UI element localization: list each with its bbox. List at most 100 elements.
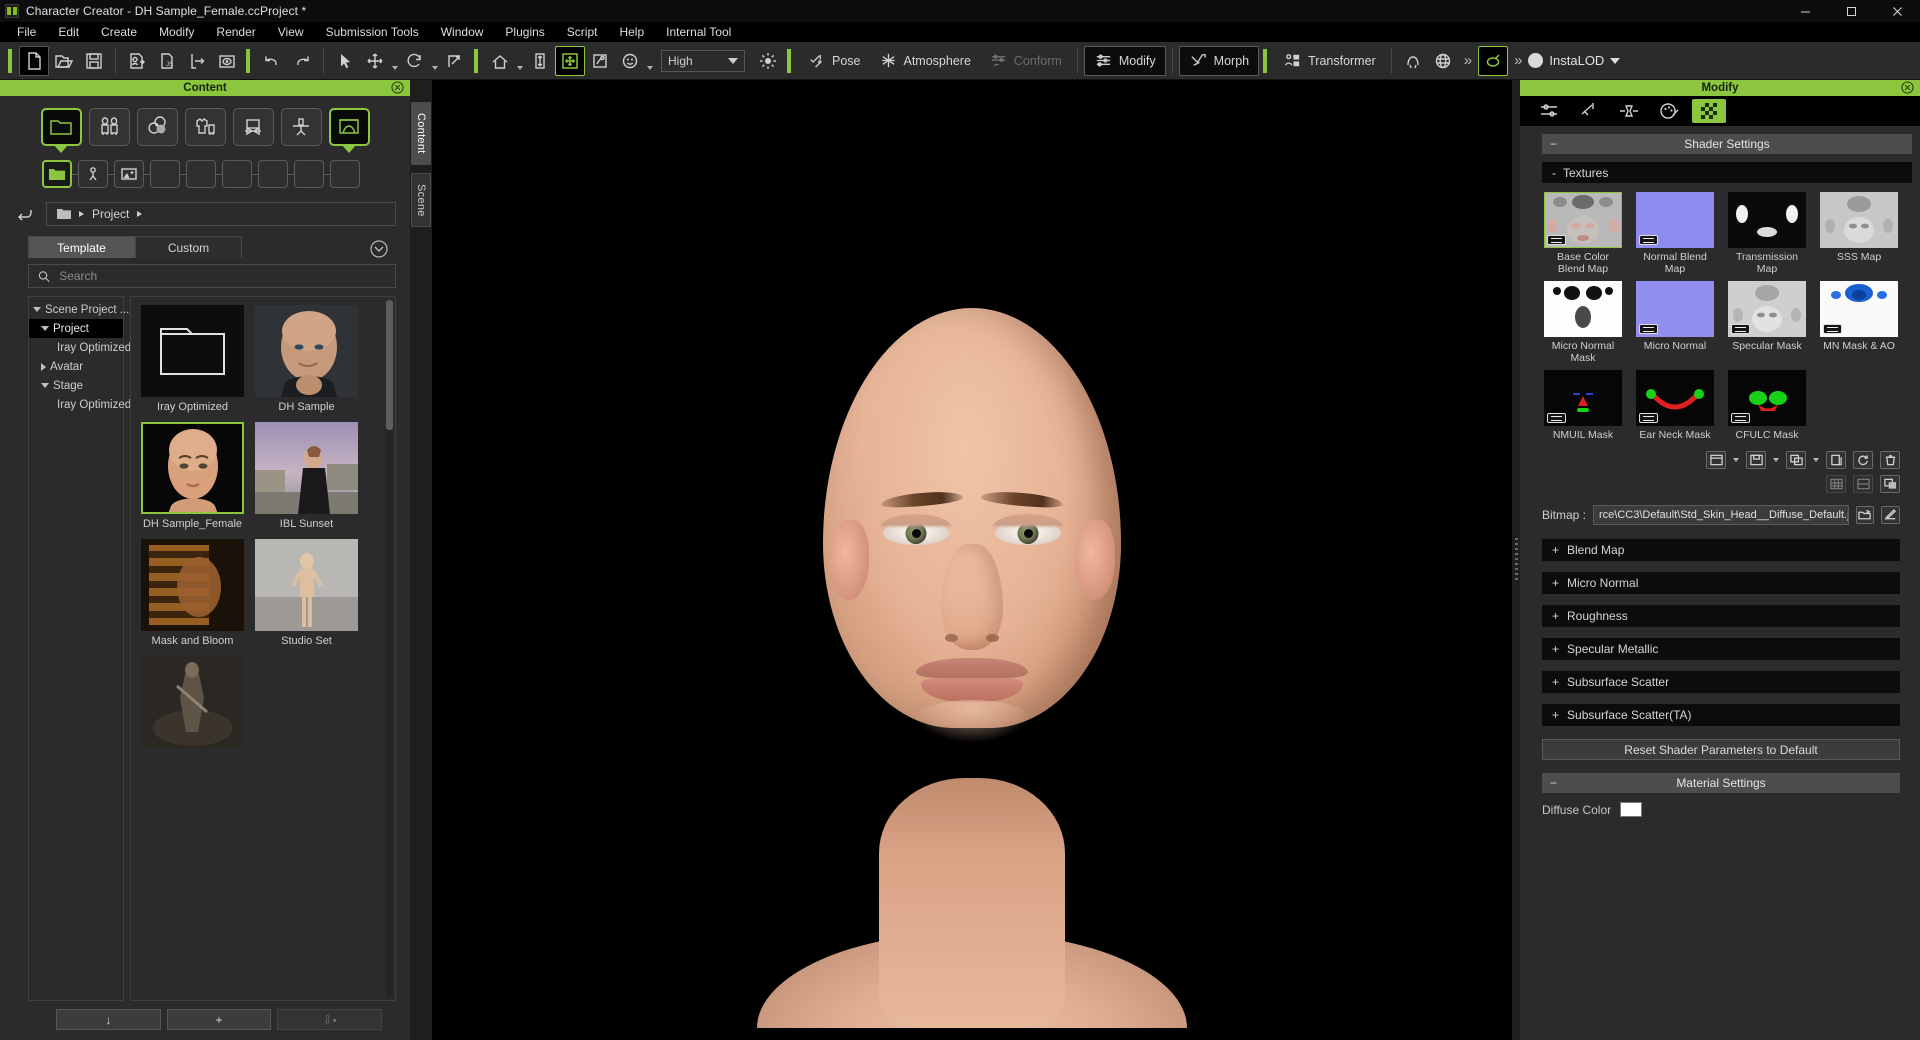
browse-icon[interactable] xyxy=(1855,506,1875,524)
content-item-studio-set[interactable]: Studio Set xyxy=(255,539,358,648)
delete-icon[interactable] xyxy=(1880,451,1900,469)
tab-custom[interactable]: Custom xyxy=(135,236,242,258)
texture-micro-normal-mask[interactable]: Micro Normal Mask xyxy=(1544,281,1622,364)
texture-thumbnail[interactable] xyxy=(1636,281,1714,337)
expand-icon[interactable]: + xyxy=(1552,708,1559,722)
expand-icon[interactable]: + xyxy=(1552,543,1559,557)
open-project-icon[interactable] xyxy=(49,46,79,76)
expression-icon[interactable] xyxy=(615,46,645,76)
texture-thumbnail[interactable] xyxy=(1544,370,1622,426)
attribute-tab[interactable] xyxy=(1532,99,1566,123)
redo-icon[interactable] xyxy=(287,46,317,76)
atmosphere-button[interactable]: Atmosphere xyxy=(870,46,980,76)
subcategory-empty-1[interactable] xyxy=(150,160,180,188)
close-icon[interactable] xyxy=(391,81,404,94)
minimize-button[interactable] xyxy=(1782,0,1828,22)
viewport-canvas[interactable] xyxy=(432,80,1512,1040)
panel-splitter[interactable] xyxy=(1512,80,1520,1040)
texture-normal-blend-map[interactable]: Normal Blend Map xyxy=(1636,192,1714,275)
tree-item-stage[interactable]: Stage xyxy=(29,376,123,395)
undo-icon[interactable] xyxy=(257,46,287,76)
category-cloth-button[interactable] xyxy=(184,108,226,146)
add-button[interactable]: + xyxy=(166,1009,272,1030)
menu-modify[interactable]: Modify xyxy=(148,23,205,41)
content-item-thumbnail[interactable] xyxy=(255,539,358,631)
modify-button[interactable]: Modify xyxy=(1083,45,1166,76)
subcategory-scene-effect-button[interactable] xyxy=(114,160,144,188)
align-icon[interactable] xyxy=(1853,475,1873,493)
load-texture-icon[interactable] xyxy=(1706,451,1726,469)
scale-tool-icon[interactable] xyxy=(440,46,470,76)
save-project-icon[interactable] xyxy=(79,46,109,76)
maximize-button[interactable] xyxy=(1828,0,1874,22)
category-prop-button[interactable] xyxy=(232,108,274,146)
duplicate-icon[interactable] xyxy=(1826,451,1846,469)
section-roughness[interactable]: + Roughness xyxy=(1542,605,1900,627)
content-item-mask-and-bloom[interactable]: Mask and Bloom xyxy=(141,539,244,648)
menu-help[interactable]: Help xyxy=(608,23,655,41)
pose-button[interactable]: Pose xyxy=(798,46,870,76)
content-item-ibl-sunset[interactable]: IBL Sunset xyxy=(255,422,358,531)
section-subsurface-scatter-ta[interactable]: + Subsurface Scatter(TA) xyxy=(1542,704,1900,726)
section-specular-metallic[interactable]: + Specular Metallic xyxy=(1542,638,1900,660)
select-tool-icon[interactable] xyxy=(330,46,360,76)
menu-render[interactable]: Render xyxy=(205,23,266,41)
transform-gizmo-icon[interactable] xyxy=(555,45,585,76)
texture-thumbnail[interactable] xyxy=(1544,192,1622,248)
tree-item-iray-optimized[interactable]: Iray Optimized xyxy=(29,338,131,357)
content-item-thumbnail[interactable] xyxy=(255,422,358,514)
menu-internal-tool[interactable]: Internal Tool xyxy=(655,23,742,41)
search-bar[interactable] xyxy=(28,264,396,288)
texture-specular-mask[interactable]: Specular Mask xyxy=(1728,281,1806,364)
tree-toggle-open-icon[interactable] xyxy=(33,307,41,312)
collapse-icon-textures[interactable]: - xyxy=(1552,166,1556,180)
texture-thumbnail[interactable] xyxy=(1728,192,1806,248)
menu-edit[interactable]: Edit xyxy=(47,23,90,41)
tree-item-project[interactable]: Project xyxy=(29,319,123,338)
new-project-icon[interactable] xyxy=(19,45,49,76)
collapse-icon-material[interactable]: − xyxy=(1550,776,1557,790)
back-button[interactable] xyxy=(14,204,36,224)
rotate-tool-dropdown[interactable] xyxy=(430,46,440,76)
content-item-thumbnail[interactable] xyxy=(141,539,244,631)
globe-icon[interactable] xyxy=(1428,46,1458,76)
content-item-warrior[interactable] xyxy=(141,656,244,752)
expand-options-icon[interactable] xyxy=(370,240,388,258)
category-motion-button[interactable] xyxy=(280,108,322,146)
toolbar-overflow-2[interactable]: » xyxy=(1508,52,1528,69)
material-settings-header[interactable]: − Material Settings xyxy=(1542,773,1900,793)
texture-thumbnail[interactable] xyxy=(1728,281,1806,337)
save-texture-icon[interactable] xyxy=(1746,451,1766,469)
textures-header[interactable]: - Textures xyxy=(1542,162,1912,183)
subcategory-empty-6[interactable] xyxy=(330,160,360,188)
move-tool-icon[interactable] xyxy=(360,46,390,76)
texture-thumbnail[interactable] xyxy=(1820,281,1898,337)
subcategory-empty-3[interactable] xyxy=(222,160,252,188)
download-button[interactable]: ↓ xyxy=(56,1009,161,1030)
texture-thumbnail[interactable] xyxy=(1636,192,1714,248)
tree-item-avatar[interactable]: Avatar xyxy=(29,357,123,376)
expand-icon[interactable]: + xyxy=(1552,675,1559,689)
texture-thumbnail[interactable] xyxy=(1544,281,1622,337)
close-button[interactable] xyxy=(1874,0,1920,22)
vertical-tab-content[interactable]: Content xyxy=(411,102,431,165)
subcategory-empty-2[interactable] xyxy=(186,160,216,188)
subcategory-empty-5[interactable] xyxy=(294,160,324,188)
content-item-thumbnail[interactable] xyxy=(141,656,244,748)
content-item-thumbnail[interactable] xyxy=(141,305,244,397)
menu-create[interactable]: Create xyxy=(90,23,148,41)
3d-viewport[interactable] xyxy=(432,80,1512,1040)
subcategory-empty-4[interactable] xyxy=(258,160,288,188)
transformer-button[interactable]: Transformer xyxy=(1274,46,1385,76)
reset-shader-parameters-button[interactable]: Reset Shader Parameters to Default xyxy=(1542,739,1900,760)
diffuse-color-swatch[interactable] xyxy=(1620,802,1643,817)
content-grid-scrollbar[interactable] xyxy=(386,300,393,997)
texture-sss-map[interactable]: SSS Map xyxy=(1820,192,1898,275)
toolbar-overflow-1[interactable]: » xyxy=(1458,52,1478,69)
vertical-tab-scene[interactable]: Scene xyxy=(411,172,431,228)
section-blend-map[interactable]: + Blend Map xyxy=(1542,539,1900,561)
import-character-icon[interactable] xyxy=(122,46,152,76)
texture-cfulc-mask[interactable]: CFULC Mask xyxy=(1728,370,1806,441)
menu-view[interactable]: View xyxy=(267,23,315,41)
tree-item-iray-optimized-2[interactable]: Iray Optimized xyxy=(29,395,131,414)
